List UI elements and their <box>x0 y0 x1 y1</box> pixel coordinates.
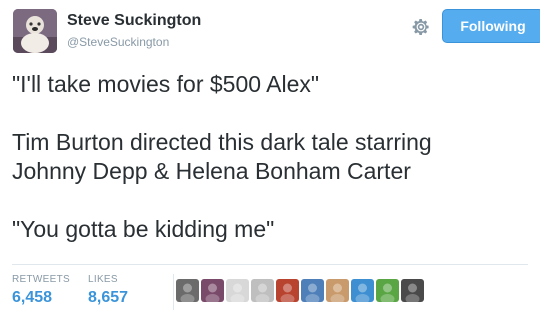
following-button[interactable]: Following <box>442 9 540 43</box>
retweets-stat[interactable]: RETWEETS 6,458 <box>12 274 70 307</box>
liker-avatars <box>176 279 424 303</box>
liker-avatar[interactable] <box>251 279 274 302</box>
retweets-count: 6,458 <box>12 289 53 306</box>
likes-stat[interactable]: LIKES 8,657 <box>88 274 128 307</box>
liker-avatar[interactable] <box>276 279 299 302</box>
user-handle[interactable]: @SteveSuckington <box>67 35 169 49</box>
liker-avatar[interactable] <box>176 279 199 302</box>
liker-avatar[interactable] <box>226 279 249 302</box>
tweet-line: Johnny Depp & Helena Bonham Carter <box>12 158 411 184</box>
retweets-label: RETWEETS <box>12 274 70 285</box>
gear-icon[interactable] <box>410 16 432 38</box>
liker-avatar[interactable] <box>301 279 324 302</box>
display-name[interactable]: Steve Suckington <box>67 12 201 30</box>
liker-avatar[interactable] <box>326 279 349 302</box>
liker-avatar[interactable] <box>351 279 374 302</box>
divider <box>12 264 528 265</box>
liker-avatar[interactable] <box>201 279 224 302</box>
avatar-image <box>13 9 57 53</box>
tweet-line: "I'll take movies for $500 Alex" <box>12 71 320 97</box>
likes-label: LIKES <box>88 274 118 285</box>
stats-separator <box>173 274 174 310</box>
liker-avatar[interactable] <box>401 279 424 302</box>
tweet-line: Tim Burton directed this dark tale starr… <box>12 129 432 155</box>
avatar[interactable] <box>13 9 57 53</box>
tweet-text: "I'll take movies for $500 Alex" Tim Bur… <box>12 70 527 244</box>
liker-avatar[interactable] <box>376 279 399 302</box>
tweet-header: Steve Suckington @SteveSuckington Follow… <box>13 9 540 57</box>
likes-count: 8,657 <box>88 289 129 306</box>
tweet-line: "You gotta be kidding me" <box>12 216 275 242</box>
